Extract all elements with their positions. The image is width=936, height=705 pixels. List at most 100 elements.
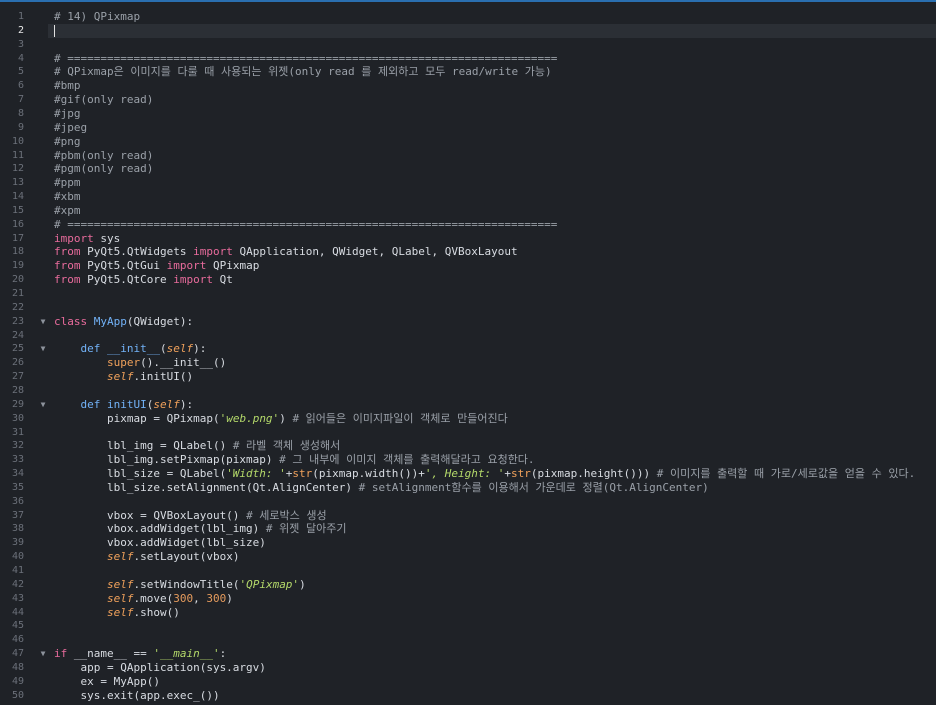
code-token: super bbox=[106, 356, 141, 370]
code-line[interactable]: 48 app = QApplication(sys.argv) bbox=[0, 661, 936, 675]
code-text: vbox.addWidget(lbl_img) # 위젯 달아주기 bbox=[54, 522, 347, 536]
code-line[interactable]: 31 bbox=[0, 426, 936, 440]
code-line[interactable]: 35 lbl_size.setAlignment(Qt.AlignCenter)… bbox=[0, 481, 936, 495]
code-text: pixmap = QPixmap('web.png') # 읽어들은 이미지파일… bbox=[54, 412, 508, 426]
line-number: 17 bbox=[11, 232, 24, 244]
code-line[interactable]: 26 super().__init__() bbox=[0, 356, 936, 370]
code-line[interactable]: 13 #ppm bbox=[0, 176, 936, 190]
code-line[interactable]: 3 bbox=[0, 38, 936, 52]
code-line[interactable]: 22 bbox=[0, 301, 936, 315]
line-number: 5 bbox=[17, 66, 24, 78]
code-token: #png bbox=[54, 134, 81, 148]
code-line[interactable]: 10 #png bbox=[0, 135, 936, 149]
code-line[interactable]: 50 sys.exit(app.exec_()) bbox=[0, 689, 936, 703]
code-token: lbl_img.setPixmap(pixmap) bbox=[54, 453, 280, 467]
code-token: # 읽어들은 이미지파일이 객체로 만들어진다 bbox=[292, 411, 508, 425]
code-text: from PyQt5.QtGui import QPixmap bbox=[54, 259, 259, 273]
code-line[interactable]: 12 #pgm(only read) bbox=[0, 162, 936, 176]
code-token: : bbox=[219, 647, 227, 661]
code-token: #jpeg bbox=[54, 120, 88, 134]
code-token: PyQt5.QtWidgets bbox=[80, 245, 194, 259]
code-text: # ======================================… bbox=[54, 52, 557, 66]
code-line[interactable]: 4 # =====================================… bbox=[0, 52, 936, 66]
code-line[interactable]: 41 bbox=[0, 564, 936, 578]
code-line[interactable]: 19 from PyQt5.QtGui import QPixmap bbox=[0, 259, 936, 273]
code-line[interactable]: 45 bbox=[0, 619, 936, 633]
code-line[interactable]: 34 lbl_size = QLabel('Width: '+str(pixma… bbox=[0, 467, 936, 481]
code-line[interactable]: 38 vbox.addWidget(lbl_img) # 위젯 달아주기 bbox=[0, 522, 936, 536]
line-number: 14 bbox=[11, 191, 24, 203]
code-token: #jpg bbox=[54, 106, 81, 120]
code-line[interactable]: 43 self.move(300, 300) bbox=[0, 592, 936, 606]
code-token: def bbox=[54, 342, 101, 356]
code-line[interactable]: 21 bbox=[0, 287, 936, 301]
code-line[interactable]: 9 #jpeg bbox=[0, 121, 936, 135]
code-token: __name__ == bbox=[67, 647, 154, 661]
code-token: (pixmap.width())+ bbox=[312, 467, 425, 481]
code-token: #gif(only read) bbox=[54, 93, 154, 107]
code-line[interactable]: 29 ▼ def initUI(self): bbox=[0, 398, 936, 412]
code-line[interactable]: 36 bbox=[0, 495, 936, 509]
code-text: #xbm bbox=[54, 190, 81, 204]
line-number: 13 bbox=[11, 177, 24, 189]
line-number: 12 bbox=[11, 163, 24, 175]
code-line[interactable]: 32 lbl_img = QLabel() # 라벨 객체 생성해서 bbox=[0, 439, 936, 453]
code-token: ) bbox=[279, 411, 293, 425]
code-editor[interactable]: 1 # 14) QPixmap 2 3 4 # =====================… bbox=[0, 0, 936, 705]
code-line[interactable]: 33 lbl_img.setPixmap(pixmap) # 그 내부에 이미지… bbox=[0, 453, 936, 467]
code-line[interactable]: 20 from PyQt5.QtCore import Qt bbox=[0, 273, 936, 287]
fold-toggle-icon[interactable]: ▼ bbox=[38, 398, 48, 412]
code-token: str bbox=[292, 467, 313, 481]
code-token: ( bbox=[159, 342, 167, 356]
code-line[interactable]: 2 bbox=[0, 23, 936, 38]
code-line[interactable]: 11 #pbm(only read) bbox=[0, 149, 936, 163]
fold-toggle-icon[interactable]: ▼ bbox=[38, 647, 48, 661]
code-line[interactable]: 14 #xbm bbox=[0, 190, 936, 204]
code-text: lbl_size.setAlignment(Qt.AlignCenter) # … bbox=[54, 481, 709, 495]
code-line[interactable]: 39 vbox.addWidget(lbl_size) bbox=[0, 536, 936, 550]
code-line[interactable]: 40 self.setLayout(vbox) bbox=[0, 550, 936, 564]
fold-toggle-icon[interactable]: ▼ bbox=[38, 342, 48, 356]
code-text: #gif(only read) bbox=[54, 93, 153, 107]
code-line[interactable]: 7 #gif(only read) bbox=[0, 93, 936, 107]
code-line[interactable]: 23 ▼ class MyApp(QWidget): bbox=[0, 315, 936, 329]
code-line[interactable]: 30 pixmap = QPixmap('web.png') # 읽어들은 이미… bbox=[0, 412, 936, 426]
line-number: 9 bbox=[17, 121, 24, 133]
code-token: lbl_img = QLabel() bbox=[54, 439, 233, 453]
code-line[interactable]: 28 bbox=[0, 384, 936, 398]
code-line[interactable]: 46 bbox=[0, 633, 936, 647]
code-token: #pbm(only read) bbox=[54, 148, 154, 162]
code-line[interactable]: 18 from PyQt5.QtWidgets import QApplicati… bbox=[0, 245, 936, 259]
code-text: sys.exit(app.exec_()) bbox=[54, 688, 220, 703]
code-line[interactable]: 47 ▼ if __name__ == '__main__': bbox=[0, 647, 936, 661]
code-token: ex = MyApp() bbox=[54, 674, 160, 688]
code-line[interactable]: 8 #jpg bbox=[0, 107, 936, 121]
line-number: 26 bbox=[11, 357, 24, 369]
code-line[interactable]: 16 # ====================================… bbox=[0, 218, 936, 232]
code-line[interactable]: 24 bbox=[0, 329, 936, 343]
line-number: 27 bbox=[11, 371, 24, 383]
code-token: initUI bbox=[100, 397, 147, 411]
code-line[interactable]: 6 #bmp bbox=[0, 79, 936, 93]
code-token: QApplication, QWidget, QLabel, QVBoxLayo… bbox=[232, 245, 518, 259]
code-line[interactable]: 15 #xpm bbox=[0, 204, 936, 218]
code-token: (QWidget): bbox=[126, 314, 194, 328]
code-line[interactable]: 25 ▼ def __init__(self): bbox=[0, 342, 936, 356]
code-text: lbl_img.setPixmap(pixmap) # 그 내부에 이미지 객체… bbox=[54, 453, 535, 467]
code-text: vbox.addWidget(lbl_size) bbox=[54, 536, 266, 550]
line-number: 22 bbox=[11, 301, 24, 313]
code-token: # ======================================… bbox=[54, 217, 558, 231]
code-token: ', Height: ' bbox=[424, 467, 505, 481]
fold-toggle-icon[interactable]: ▼ bbox=[38, 315, 48, 329]
code-line[interactable]: 49 ex = MyApp() bbox=[0, 675, 936, 689]
line-number: 38 bbox=[11, 523, 24, 535]
code-line[interactable]: 17 import sys bbox=[0, 232, 936, 246]
code-token: sys.exit(app.exec_()) bbox=[54, 688, 220, 702]
code-line[interactable]: 37 vbox = QVBoxLayout() # 세로박스 생성 bbox=[0, 509, 936, 523]
code-line[interactable]: 1 # 14) QPixmap bbox=[0, 10, 936, 24]
code-line[interactable]: 42 self.setWindowTitle('QPixmap') bbox=[0, 578, 936, 592]
code-line[interactable]: 27 self.initUI() bbox=[0, 370, 936, 384]
code-line[interactable]: 5 # QPixmap은 이미지를 다룰 때 사용되는 위젯(only read … bbox=[0, 65, 936, 79]
line-number: 21 bbox=[11, 288, 24, 299]
code-line[interactable]: 44 self.show() bbox=[0, 606, 936, 620]
